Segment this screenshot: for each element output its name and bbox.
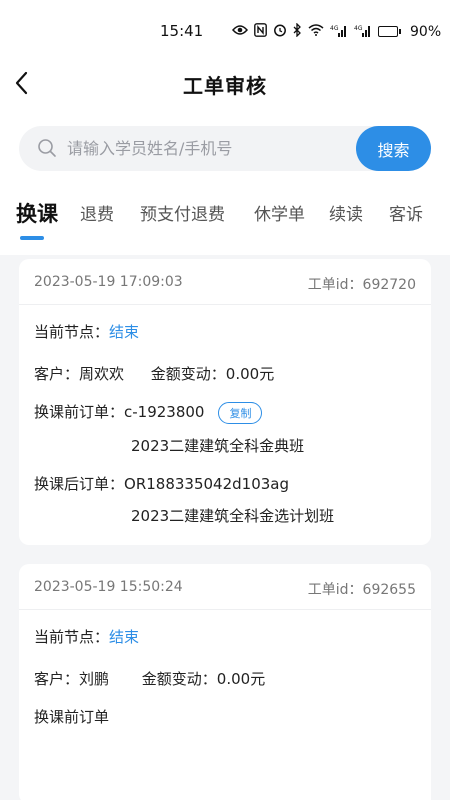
card-id: 工单id：692655 [307,582,416,598]
customer-label: 客户：刘鹏 [34,670,110,688]
tab-suspend[interactable]: 休学单 [254,200,305,225]
card-header: 2023-05-19 15:50:24 工单id：692655 [19,564,431,610]
node-value: 结束 [109,628,140,646]
before-order-label: 换课前订单 [34,708,110,726]
page-title: 工单审核 [183,74,267,98]
signal-icon-2: 4G [354,24,372,40]
tab-change-course[interactable]: 换课 [16,198,58,228]
before-order-number: c-1923800 [124,403,205,421]
tab-indicator [20,236,44,240]
after-order-number: OR188335042d103ag [124,475,290,493]
alarm-icon [273,23,287,40]
status-time: 15:41 [160,22,204,40]
header: 工单审核 [0,62,450,104]
battery-percent: 90% [410,23,442,40]
node-label: 当前节点： [34,323,110,341]
tab-prepay-refund[interactable]: 预支付退费 [140,200,225,225]
customer-row: 客户：刘鹏 金额变动：0.00元 [34,668,265,689]
search-icon [38,139,56,157]
customer-row: 客户：周欢欢 金额变动：0.00元 [34,363,274,384]
svg-text:4G: 4G [354,25,363,32]
wifi-icon [308,24,324,39]
before-course-name: 2023二建建筑全科金典班 [131,437,305,455]
card-header: 2023-05-19 17:09:03 工单id：692720 [19,259,431,305]
amount-label: 金额变动：0.00元 [141,670,266,688]
amount-label: 金额变动：0.00元 [150,365,275,383]
after-order-label: 换课后订单： [34,475,125,493]
loading-fade [110,690,431,800]
tab-renew[interactable]: 续读 [329,200,363,225]
before-order-row: 换课前订单 [34,706,109,727]
eye-icon [232,24,248,39]
bluetooth-icon [293,22,302,40]
search-button[interactable]: 搜索 [356,126,431,171]
svg-text:4G: 4G [330,25,339,32]
node-row: 当前节点：结束 [34,321,139,342]
tab-refund[interactable]: 退费 [80,200,114,225]
search-input[interactable] [67,126,347,171]
status-icons: 4G 4G 90% [232,22,442,40]
tab-complaint[interactable]: 客诉 [389,200,423,225]
card-id: 工单id：692720 [307,277,416,293]
card-date: 2023-05-19 17:09:03 [34,274,183,290]
signal-icon-1: 4G [330,24,348,40]
battery-icon [378,26,401,37]
before-order-label: 换课前订单： [34,403,125,421]
customer-label: 客户：周欢欢 [34,365,125,383]
after-course-name: 2023二建建筑全科金选计划班 [131,507,335,525]
tab-bar: 换课 退费 预支付退费 休学单 续读 客诉 [0,200,450,244]
node-label: 当前节点： [34,628,110,646]
node-value: 结束 [109,323,140,341]
copy-button[interactable]: 复制 [218,401,263,424]
nfc-icon [254,23,267,40]
card-date: 2023-05-19 15:50:24 [34,579,183,595]
status-bar: 15:41 4G 4G 90% [0,22,450,46]
before-order-row: 换课前订单：c-1923800 复制 [34,401,263,424]
work-order-card[interactable]: 2023-05-19 17:09:03 工单id：692720 当前节点：结束 … [19,259,431,545]
node-row: 当前节点：结束 [34,626,139,647]
after-order-row: 换课后订单：OR188335042d103ag [34,473,289,494]
